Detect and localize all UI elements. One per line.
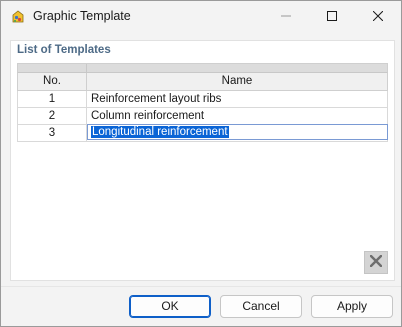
row-name[interactable]: Reinforcement layout ribs: [87, 91, 387, 107]
close-icon: [372, 10, 384, 24]
row-name-edit-field[interactable]: Longitudinal reinforcement: [87, 124, 388, 140]
cancel-button[interactable]: Cancel: [220, 295, 302, 318]
table-header-row: No. Name: [17, 72, 388, 91]
table-row[interactable]: 2 Column reinforcement: [17, 108, 388, 125]
maximize-button[interactable]: [309, 1, 355, 33]
row-number: 2: [18, 108, 87, 124]
close-button[interactable]: [355, 1, 401, 33]
dialog-window: Graphic Template List of Templates No. N…: [0, 0, 402, 327]
row-number: 1: [18, 91, 87, 107]
templates-table: No. Name 1 Reinforcement layout ribs 2 C…: [17, 63, 388, 142]
table-row[interactable]: 1 Reinforcement layout ribs: [17, 91, 388, 108]
row-number: 3: [18, 125, 87, 141]
app-icon: [10, 9, 26, 25]
section-title: List of Templates: [17, 44, 111, 56]
table-row[interactable]: 3 Longitudinal reinforcement: [17, 124, 388, 142]
apply-button[interactable]: Apply: [311, 295, 393, 318]
column-header-name[interactable]: Name: [87, 73, 387, 90]
selected-text: Longitudinal reinforcement: [91, 126, 229, 138]
title-bar[interactable]: Graphic Template: [1, 1, 401, 33]
minimize-icon: [281, 10, 291, 24]
minimize-button[interactable]: [263, 1, 309, 33]
row-name[interactable]: Column reinforcement: [87, 108, 387, 124]
delete-icon: [369, 254, 383, 270]
row-name-cell[interactable]: Longitudinal reinforcement: [87, 124, 388, 141]
footer-separator: [1, 286, 401, 287]
window-title: Graphic Template: [33, 9, 131, 23]
ok-button[interactable]: OK: [129, 295, 211, 318]
delete-template-button[interactable]: [364, 251, 388, 274]
templates-panel: List of Templates No. Name 1 Reinforceme…: [10, 40, 395, 281]
maximize-icon: [327, 10, 337, 24]
column-header-no[interactable]: No.: [18, 73, 87, 90]
table-header-band: [17, 63, 388, 72]
